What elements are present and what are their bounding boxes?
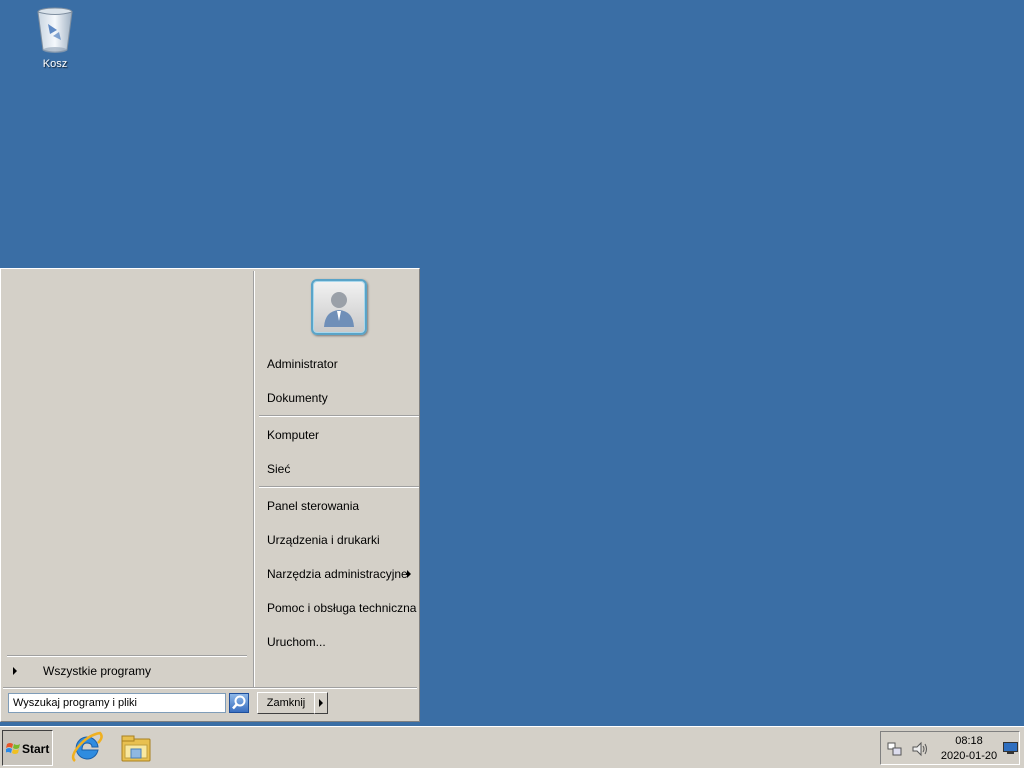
clock-date[interactable]: 2020-01-20 [937,750,1001,762]
menu-item-label: Administrator [267,357,338,371]
start-label: Start [22,742,50,756]
menu-item-computer[interactable]: Komputer [257,422,419,448]
start-menu-bottom-separator [3,687,417,689]
desktop-icon-recycle-bin[interactable]: Kosz [22,6,88,70]
taskbar: Start 08:18 2020-01-20 [0,726,1024,768]
all-programs-button[interactable]: Wszystkie programy [7,661,247,681]
network-icon[interactable] [887,741,903,757]
start-menu: Wszystkie programy Wyszukaj programy i p… [0,268,420,722]
system-tray: 08:18 2020-01-20 [880,731,1020,765]
menu-item-run[interactable]: Uruchom... [257,629,419,655]
all-programs-label: Wszystkie programy [43,664,152,678]
user-avatar-icon[interactable] [311,279,367,335]
windows-explorer-icon[interactable] [119,731,153,765]
menu-item-devices-printers[interactable]: Urządzenia i drukarki [257,527,419,553]
menu-item-label: Urządzenia i drukarki [267,533,380,547]
menu-item-help-support[interactable]: Pomoc i obsługa techniczna [257,595,419,621]
menu-item-label: Sieć [267,462,291,476]
menu-item-administrator[interactable]: Administrator [257,351,419,377]
menu-separator [259,486,419,488]
menu-item-label: Panel sterowania [267,499,360,513]
menu-item-network[interactable]: Sieć [257,456,419,482]
search-input[interactable]: Wyszukaj programy i pliki [8,693,226,713]
windows-logo-icon [6,743,20,754]
menu-item-label: Komputer [267,428,320,442]
menu-item-label: Dokumenty [267,391,328,405]
menu-item-control-panel[interactable]: Panel sterowania [257,493,419,519]
menu-item-documents[interactable]: Dokumenty [257,385,419,411]
all-programs-separator [7,655,247,657]
start-menu-programs-pane [3,271,255,687]
recycle-bin-icon [35,6,75,54]
start-button[interactable]: Start [2,730,53,766]
menu-item-label: Pomoc i obsługa techniczna [267,601,417,615]
menu-item-administrative-tools[interactable]: Narzędzia administracyjne [257,561,419,587]
start-menu-places-pane: Administrator Dokumenty Komputer Sieć Pa… [257,271,419,687]
menu-item-label: Uruchom... [267,635,326,649]
menu-separator [259,415,419,417]
chevron-right-icon [407,570,411,578]
desktop-icon-label: Kosz [42,58,68,70]
volume-icon[interactable] [911,741,929,757]
clock-time[interactable]: 08:18 [939,735,999,747]
search-button[interactable] [229,693,249,713]
show-desktop-icon[interactable] [1003,741,1018,755]
shutdown-button[interactable]: Zamknij [257,692,315,714]
search-icon [232,695,246,710]
menu-item-label: Narzędzia administracyjne [267,567,408,581]
chevron-right-icon [13,667,17,675]
internet-explorer-icon[interactable] [70,731,104,765]
shutdown-options-button[interactable] [314,692,328,714]
